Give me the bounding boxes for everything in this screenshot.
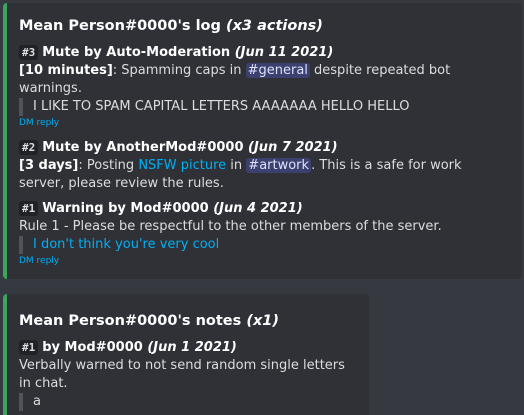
entry-action: Mute by AnotherMod#0000 xyxy=(42,140,244,155)
note-entry-1: #1 by Mod#0000 (Jun 1 2021) Verbally warn… xyxy=(19,339,357,411)
log-count: (x3 actions) xyxy=(225,18,323,34)
entry-reason: [3 days]: Posting NSFW picture in #artwo… xyxy=(19,157,510,193)
entry-date: (Jun 4 2021) xyxy=(213,201,303,216)
quoted-message: I don't think you're very cool xyxy=(19,236,510,254)
quoted-message: a xyxy=(19,393,357,411)
log-title-text: Mean Person#0000's log xyxy=(19,18,221,34)
notes-count: (x1) xyxy=(246,313,280,329)
nsfw-picture-link[interactable]: NSFW picture xyxy=(138,158,226,173)
quoted-message: I LIKE TO SPAM CAPITAL LETTERS AAAAAAA H… xyxy=(19,98,510,116)
notes-embed: Mean Person#0000's notes (x1) #1 by Mod#0… xyxy=(3,294,369,415)
entry-number: #1 xyxy=(19,201,39,216)
log-title: Mean Person#0000's log (x3 actions) xyxy=(19,16,510,36)
entry-header: #3 Mute by Auto-Moderation (Jun 11 2021) xyxy=(19,44,510,62)
entry-date: (Jun 11 2021) xyxy=(234,45,334,60)
reason-text-before: : Posting xyxy=(78,158,139,173)
entry-number: #3 xyxy=(19,45,39,60)
entry-duration: [3 days] xyxy=(19,158,79,173)
entry-header: #2 Mute by AnotherMod#0000 (Jun 7 2021) xyxy=(19,139,510,157)
entry-header: #1 by Mod#0000 (Jun 1 2021) xyxy=(19,339,357,357)
entry-duration: [10 minutes] xyxy=(19,63,113,78)
entry-number: #2 xyxy=(19,140,39,155)
log-entry-3: #3 Mute by Auto-Moderation (Jun 11 2021) … xyxy=(19,44,510,129)
channel-mention-general[interactable]: #general xyxy=(245,63,310,78)
entry-action: Mute by Auto-Moderation xyxy=(42,45,231,60)
entry-header: #1 Warning by Mod#0000 (Jun 4 2021) xyxy=(19,200,510,218)
entry-number: #1 xyxy=(19,340,39,355)
entry-date: (Jun 7 2021) xyxy=(248,140,338,155)
dm-reply-link[interactable]: DM reply xyxy=(19,117,510,129)
entry-action: Warning by Mod#0000 xyxy=(42,201,209,216)
entry-action: by Mod#0000 xyxy=(42,340,143,355)
notes-title-text: Mean Person#0000's notes xyxy=(19,313,242,329)
entry-date: (Jun 1 2021) xyxy=(147,340,237,355)
log-embed: Mean Person#0000's log (x3 actions) #3 Mu… xyxy=(3,3,522,279)
entry-reason: Rule 1 - Please be respectful to the oth… xyxy=(19,219,442,234)
dm-reply-link[interactable]: DM reply xyxy=(19,255,510,267)
channel-mention-artwork[interactable]: #artwork xyxy=(246,158,312,173)
reason-text-mid: in xyxy=(226,158,247,173)
log-entry-2: #2 Mute by AnotherMod#0000 (Jun 7 2021) [… xyxy=(19,139,510,193)
reason-text-before: : Spamming caps in xyxy=(112,63,246,78)
note-text: Verbally warned to not send random singl… xyxy=(19,358,345,391)
entry-reason: [10 minutes]: Spamming caps in #general … xyxy=(19,62,510,98)
log-entry-1: #1 Warning by Mod#0000 (Jun 4 2021) Rule … xyxy=(19,200,510,267)
notes-title: Mean Person#0000's notes (x1) xyxy=(19,311,357,331)
